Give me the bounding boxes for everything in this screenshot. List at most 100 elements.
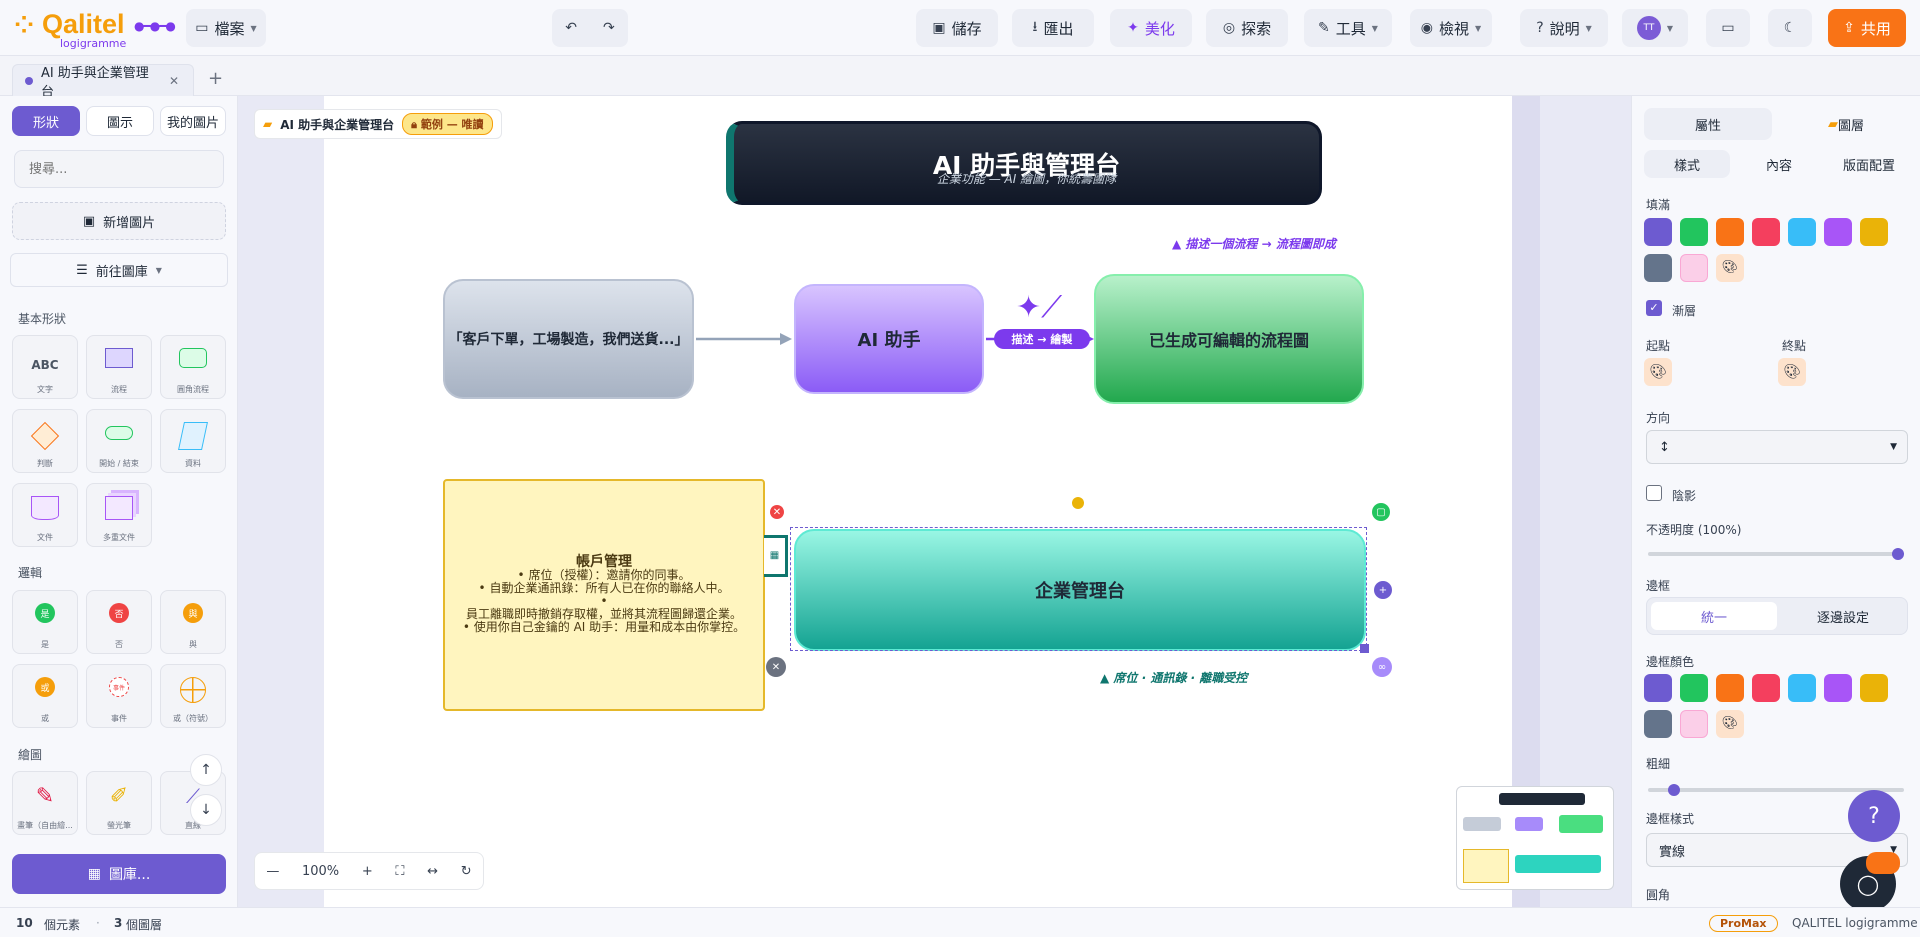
share-button[interactable]: ⇪ 共用	[1828, 9, 1906, 47]
border-color-swatch[interactable]	[1680, 710, 1708, 738]
tab-shapes[interactable]: 形狀	[12, 106, 80, 136]
rotate-handle-icon[interactable]	[1072, 497, 1084, 509]
duplicate-handle-icon[interactable]: ▢	[1372, 503, 1390, 521]
direction-select[interactable]: ↕ ▼	[1646, 430, 1908, 464]
fit-width-icon[interactable]: ↔	[427, 864, 438, 879]
logo[interactable]: ⁘ Qalitel logigramme	[14, 9, 134, 50]
zoom-out-icon[interactable]: —	[266, 864, 279, 879]
shadow-checkbox[interactable]	[1646, 485, 1662, 501]
shape-decision[interactable]: 判斷	[12, 409, 78, 473]
tab-active-document[interactable]: AI 助手與企業管理台 ✕	[12, 64, 194, 100]
add-connection-handle-icon[interactable]: +	[1374, 581, 1392, 599]
view-menu-button[interactable]: ◉ 檢視 ▼	[1410, 9, 1492, 47]
fill-color-swatch[interactable]	[1824, 218, 1852, 246]
gallery-button[interactable]: ▦ 圖庫...	[12, 854, 226, 894]
help-fab[interactable]: ?	[1848, 790, 1900, 842]
shape-document[interactable]: 文件	[12, 483, 78, 547]
subtab-layout[interactable]: 版面配置	[1824, 150, 1914, 178]
present-button[interactable]: ▭	[1706, 9, 1750, 47]
border-color-swatch[interactable]	[1788, 674, 1816, 702]
close-icon[interactable]: ✕	[169, 74, 179, 88]
help-menu-button[interactable]: ? 說明 ▼	[1520, 9, 1608, 47]
export-button[interactable]: ⭳ 匯出	[1012, 9, 1094, 47]
end-color-picker[interactable]: 🎨︎	[1778, 358, 1806, 386]
subtab-style[interactable]: 樣式	[1644, 150, 1730, 178]
subtab-content[interactable]: 內容	[1736, 150, 1822, 178]
reset-view-icon[interactable]: ↻	[461, 864, 472, 879]
fill-color-swatch[interactable]	[1644, 218, 1672, 246]
border-mode-per-side[interactable]: 逐邊設定	[1781, 602, 1905, 630]
shape-logic-no[interactable]: 否否	[86, 590, 152, 654]
palette-icon[interactable]: 🎨︎	[1716, 710, 1744, 738]
dark-mode-toggle[interactable]: ☾	[1768, 9, 1812, 47]
fill-color-swatch[interactable]	[1680, 254, 1708, 282]
border-mode-uniform[interactable]: 統一	[1651, 602, 1777, 630]
customer-node[interactable]: 「客戶下單，工場製造，我們送貨...」	[443, 279, 694, 399]
file-menu-button[interactable]: ▭ 檔案 ▼	[186, 9, 266, 47]
shape-logic-or[interactable]: 或或	[12, 664, 78, 728]
tab-properties[interactable]: 屬性	[1644, 108, 1772, 140]
shape-logic-event[interactable]: 事件 事件	[86, 664, 152, 728]
zoom-level[interactable]: 100%	[302, 864, 339, 879]
add-tab-icon[interactable]: +	[208, 68, 223, 89]
shape-process[interactable]: 流程	[86, 335, 152, 399]
tool-pen[interactable]: ✎ 畫筆（自由繪...	[12, 771, 78, 835]
account-management-node[interactable]: 帳戶管理 • 席位（授權）：邀請你的同事。 • 自動企業通訊錄：所有人已在你的聯…	[443, 479, 765, 711]
shape-start-end[interactable]: 開始 / 結束	[86, 409, 152, 473]
start-color-picker[interactable]: 🎨︎	[1644, 358, 1672, 386]
search-input[interactable]	[14, 150, 224, 188]
fill-color-swatch[interactable]	[1860, 218, 1888, 246]
border-color-swatch[interactable]	[1752, 674, 1780, 702]
border-color-swatch[interactable]	[1716, 674, 1744, 702]
goto-gallery-button[interactable]: ☰ 前往圖庫 ▼	[10, 253, 228, 287]
arrow-connector[interactable]	[694, 329, 794, 349]
add-image-button[interactable]: ▣ 新增圖片	[12, 202, 226, 240]
border-color-swatch[interactable]	[1860, 674, 1888, 702]
note-top[interactable]: ▲ 描述一個流程 → 流程圖即成	[1172, 235, 1336, 252]
shape-multi-document[interactable]: 多重文件	[86, 483, 152, 547]
save-button[interactable]: ▣ 儲存	[916, 9, 998, 47]
note-bottom[interactable]: ▲ 席位 · 通訊錄 · 離職受控	[1100, 669, 1247, 686]
shape-data[interactable]: 資料	[160, 409, 226, 473]
resize-handle[interactable]	[1360, 644, 1369, 653]
shape-logic-and[interactable]: 與與	[160, 590, 226, 654]
scroll-up-button[interactable]: ↑	[190, 754, 222, 786]
fill-color-swatch[interactable]	[1788, 218, 1816, 246]
opacity-slider[interactable]	[1648, 548, 1904, 560]
tool-highlighter[interactable]: ✐ 螢光筆	[86, 771, 152, 835]
flowchart-node[interactable]: 已生成可編輯的流程圖	[1094, 274, 1364, 404]
tab-my-images[interactable]: 我的圖片	[160, 106, 226, 136]
delete-handle-icon[interactable]: ✕	[770, 505, 784, 519]
arrow-label[interactable]: 描述 → 繪製	[994, 329, 1090, 349]
thickness-slider-knob[interactable]	[1668, 784, 1680, 796]
link-handle-icon[interactable]: ∞	[1372, 657, 1392, 677]
explore-button[interactable]: ◎ 探索	[1206, 9, 1288, 47]
account-menu-button[interactable]: TT ▼	[1622, 9, 1688, 47]
close-handle-icon[interactable]: ✕	[766, 657, 786, 677]
fill-color-swatch[interactable]	[1644, 254, 1672, 282]
opacity-slider-knob[interactable]	[1892, 548, 1904, 560]
border-color-swatch[interactable]	[1644, 710, 1672, 738]
shape-text[interactable]: ABC 文字	[12, 335, 78, 399]
fill-color-swatch[interactable]	[1752, 218, 1780, 246]
shape-logic-yes[interactable]: 是是	[12, 590, 78, 654]
fit-screen-icon[interactable]: ⛶	[395, 864, 404, 879]
palette-icon[interactable]: 🎨︎	[1716, 254, 1744, 282]
ai-assistant-node[interactable]: AI 助手	[794, 284, 984, 394]
border-color-swatch[interactable]	[1644, 674, 1672, 702]
tab-icons[interactable]: 圖示	[86, 106, 154, 136]
border-color-swatch[interactable]	[1824, 674, 1852, 702]
border-color-swatch[interactable]	[1680, 674, 1708, 702]
zoom-in-icon[interactable]: +	[362, 864, 373, 879]
shape-rounded-process[interactable]: 圓角流程	[160, 335, 226, 399]
gradient-checkbox[interactable]: ✓	[1646, 300, 1662, 316]
fill-color-swatch[interactable]	[1716, 218, 1744, 246]
shape-logic-or-symbol[interactable]: 或（符號）	[160, 664, 226, 728]
title-node[interactable]: AI 助手與管理台 企業功能 — AI 繪圖，你統籌團隊	[726, 121, 1322, 205]
tab-layers[interactable]: ▰ 圖層	[1782, 108, 1910, 140]
tools-menu-button[interactable]: ✎ 工具 ▼	[1304, 9, 1392, 47]
beautify-button[interactable]: ✦ 美化	[1110, 9, 1192, 47]
fill-color-swatch[interactable]	[1680, 218, 1708, 246]
scroll-down-button[interactable]: ↓	[190, 794, 222, 826]
undo-icon[interactable]: ↶	[565, 20, 577, 36]
